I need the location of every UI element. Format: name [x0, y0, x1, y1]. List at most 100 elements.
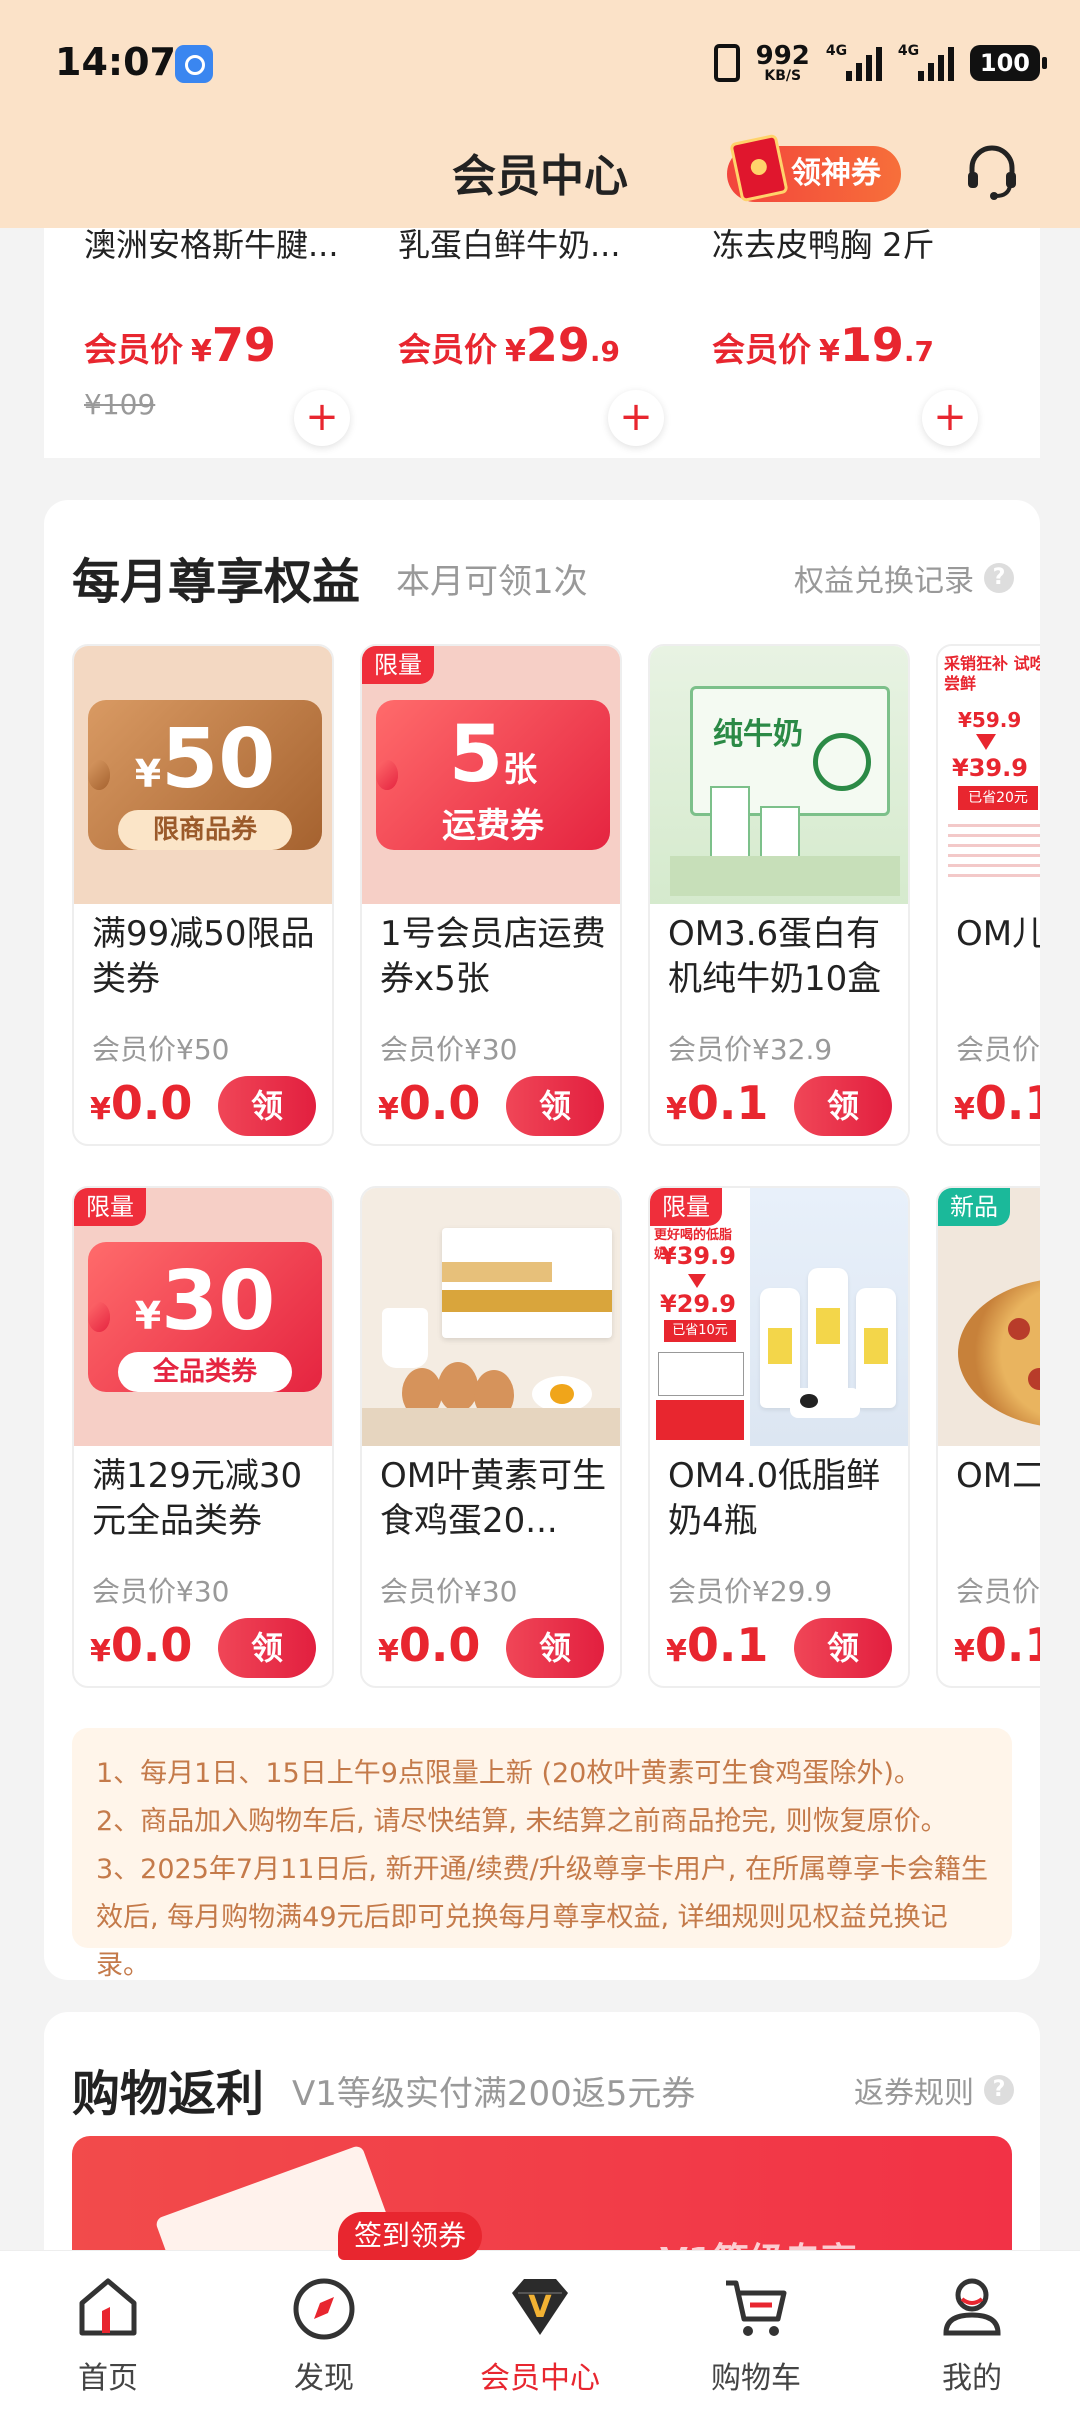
coupon-amount-value: 50: [161, 712, 276, 807]
customer-service-icon[interactable]: [960, 140, 1024, 204]
benefit-tile-partial[interactable]: 新品 OM二油减 会员价 ¥0.1: [936, 1186, 1040, 1688]
network-speed: 992 KB/S: [756, 43, 810, 83]
coupon-count-unit: 张: [503, 750, 538, 790]
flyer-headline: 采销狂补 试吃尝鲜: [944, 654, 1040, 693]
claim-button[interactable]: 领: [794, 1618, 892, 1678]
benefit-price: ¥0.1: [954, 1076, 1040, 1130]
benefit-name: 满99减50限品类券: [92, 914, 315, 999]
help-icon: ?: [984, 563, 1014, 593]
flyer-old-price: ¥59.9: [958, 708, 1022, 732]
claim-button[interactable]: 领: [218, 1076, 316, 1136]
nav-item-member-center[interactable]: V 会员中心: [432, 2251, 648, 2414]
signin-coupon-badge[interactable]: 签到领券: [338, 2212, 483, 2260]
original-price: ¥109: [84, 388, 156, 421]
benefit-name: OM叶黄素可生食鸡蛋20...: [380, 1456, 607, 1541]
product-card[interactable]: 乳蛋白鲜牛奶... 会员价 ¥29.9 +: [358, 200, 664, 458]
note-line: 2、商品加入购物车后, 请尽快结算, 未结算之前商品抢完, 则恢复原价。: [96, 1806, 948, 1837]
claim-button[interactable]: 领: [506, 1618, 604, 1678]
coupon-type: 运费券: [442, 806, 544, 846]
nav-label: 发现: [294, 2361, 354, 2396]
section-subtitle: V1等级实付满200返5元券: [292, 2074, 696, 2114]
benefit-name: OM儿童牛奶9: [956, 914, 1040, 954]
benefit-name: 满129元减30元全品类券: [92, 1456, 303, 1541]
brand-logo: [813, 733, 871, 791]
pizza-graphic: [958, 1278, 1040, 1428]
benefit-tile[interactable]: 限量 ¥30 全品类券 满129元减30元全品类券 会员价¥30 ¥0.0 领: [72, 1186, 334, 1688]
add-to-cart-button[interactable]: +: [294, 390, 350, 446]
price-currency: ¥: [505, 334, 526, 369]
benefit-tile[interactable]: 限量 更好喝的低脂奶! ¥39.9 ¥29.9 已省10元 OM4.0低脂鲜奶4…: [648, 1186, 910, 1688]
limited-badge: 限量: [74, 1188, 146, 1226]
benefit-tile[interactable]: ¥50 限商品券 满99减50限品类券 会员价¥50 ¥0.0 领: [72, 644, 334, 1146]
nav-item-discover[interactable]: 发现: [216, 2251, 432, 2414]
coupon-amount: ¥30: [88, 1254, 322, 1349]
nav-item-home[interactable]: 首页: [0, 2251, 216, 2414]
coupon-graphic: 5张 运费券: [376, 700, 610, 850]
table-surface: [362, 1408, 620, 1446]
add-to-cart-button[interactable]: +: [608, 390, 664, 446]
product-price: 会员价 ¥19.7: [712, 318, 934, 372]
monthly-benefits-section: 每月尊享权益 本月可领1次 权益兑换记录 ? ¥50 限商品券 满99减50限品…: [44, 500, 1040, 1980]
flyer-saving-tag: 已省10元: [664, 1320, 736, 1342]
claim-button[interactable]: 领: [218, 1618, 316, 1678]
product-price: 会员价 ¥29.9: [398, 318, 620, 372]
compass-icon: [293, 2278, 355, 2340]
network-speed-value: 992: [755, 41, 810, 71]
limited-badge: 限量: [362, 646, 434, 684]
price-decimal: .7: [903, 335, 935, 368]
coupon-count-value: 5: [448, 710, 504, 800]
coupon-count: 5张: [376, 710, 610, 800]
benefit-tile-partial[interactable]: 采销狂补 试吃尝鲜 ¥59.9 ¥39.9 已省20元 OM儿童牛奶9 会员价 …: [936, 644, 1040, 1146]
egg-box-graphic: [442, 1228, 612, 1338]
benefit-tile[interactable]: 限量 5张 运费券 1号会员店运费券x5张 会员价¥30 ¥0.0 领: [360, 644, 622, 1146]
price-tag: 会员价: [712, 330, 811, 369]
app-header: 14:07 992 KB/S 4G 4G 100 会员中心 领神券: [0, 0, 1080, 228]
member-price: 会员价: [956, 1033, 1040, 1066]
coupon-image: ¥30 全品类券: [74, 1188, 332, 1446]
product-card[interactable]: 冻去皮鸭胸 2斤 会员价 ¥19.7 +: [672, 200, 978, 458]
section-title: 购物返利: [72, 2066, 265, 2122]
product-card-partial[interactable]: [986, 200, 1040, 458]
vip-letter: V: [528, 2290, 552, 2325]
coupon-image: ¥50 限商品券: [74, 646, 332, 904]
price-value: 0.0: [110, 1618, 193, 1672]
price-decimal: .9: [589, 335, 621, 368]
nav-item-cart[interactable]: 购物车: [648, 2251, 864, 2414]
coupon-currency: ¥: [134, 752, 162, 796]
product-base: [670, 856, 900, 896]
price-currency: ¥: [666, 1634, 687, 1669]
new-badge: 新品: [938, 1188, 1010, 1226]
claim-button[interactable]: 领: [794, 1076, 892, 1136]
price-value: 0.1: [974, 1076, 1040, 1130]
product-image: [362, 1188, 620, 1446]
claim-button[interactable]: 领: [506, 1076, 604, 1136]
price-currency: ¥: [191, 334, 212, 369]
signal-icon: 4G: [826, 43, 882, 81]
page-title: 会员中心: [452, 151, 628, 202]
rebate-rules-link[interactable]: 返券规则 ?: [854, 2068, 1014, 2112]
battery-icon: 100: [969, 45, 1048, 81]
get-coupon-button[interactable]: 领神券: [727, 133, 901, 203]
add-to-cart-button[interactable]: +: [922, 390, 978, 446]
recommended-products: 澳洲安格斯牛腱... 会员价 ¥79 ¥109 + 乳蛋白鲜牛奶... 会员价 ¥2…: [44, 200, 1040, 458]
price-currency: ¥: [378, 1092, 399, 1127]
product-price: 会员价 ¥79: [84, 318, 276, 372]
price-value: 0.1: [686, 1076, 769, 1130]
member-price: 会员价¥29.9: [668, 1575, 833, 1608]
product-image: 纯牛奶: [650, 646, 908, 904]
down-arrow-icon: [976, 734, 996, 750]
nav-item-profile[interactable]: 我的: [864, 2251, 1080, 2414]
benefit-redeem-history-link[interactable]: 权益兑换记录 ?: [794, 556, 1014, 600]
price-value: 0.0: [398, 1076, 481, 1130]
benefit-price: ¥0.1: [666, 1076, 768, 1130]
benefit-tile[interactable]: 纯牛奶 OM3.6蛋白有机纯牛奶10盒 会员价¥32.9 ¥0.1 领: [648, 644, 910, 1146]
milk-box-label: 纯牛奶: [713, 717, 803, 752]
status-time: 14:07: [55, 40, 176, 84]
home-icon: [79, 2278, 137, 2336]
product-card[interactable]: 澳洲安格斯牛腱... 会员价 ¥79 ¥109 +: [44, 200, 350, 458]
benefit-tile[interactable]: OM叶黄素可生食鸡蛋20... 会员价¥30 ¥0.0 领: [360, 1186, 622, 1688]
vip-diamond-icon: V: [512, 2279, 568, 2335]
flyer-new-price: ¥29.9: [660, 1290, 736, 1318]
price-value: 0.1: [974, 1618, 1040, 1672]
benefit-price: ¥0.0: [90, 1076, 192, 1130]
